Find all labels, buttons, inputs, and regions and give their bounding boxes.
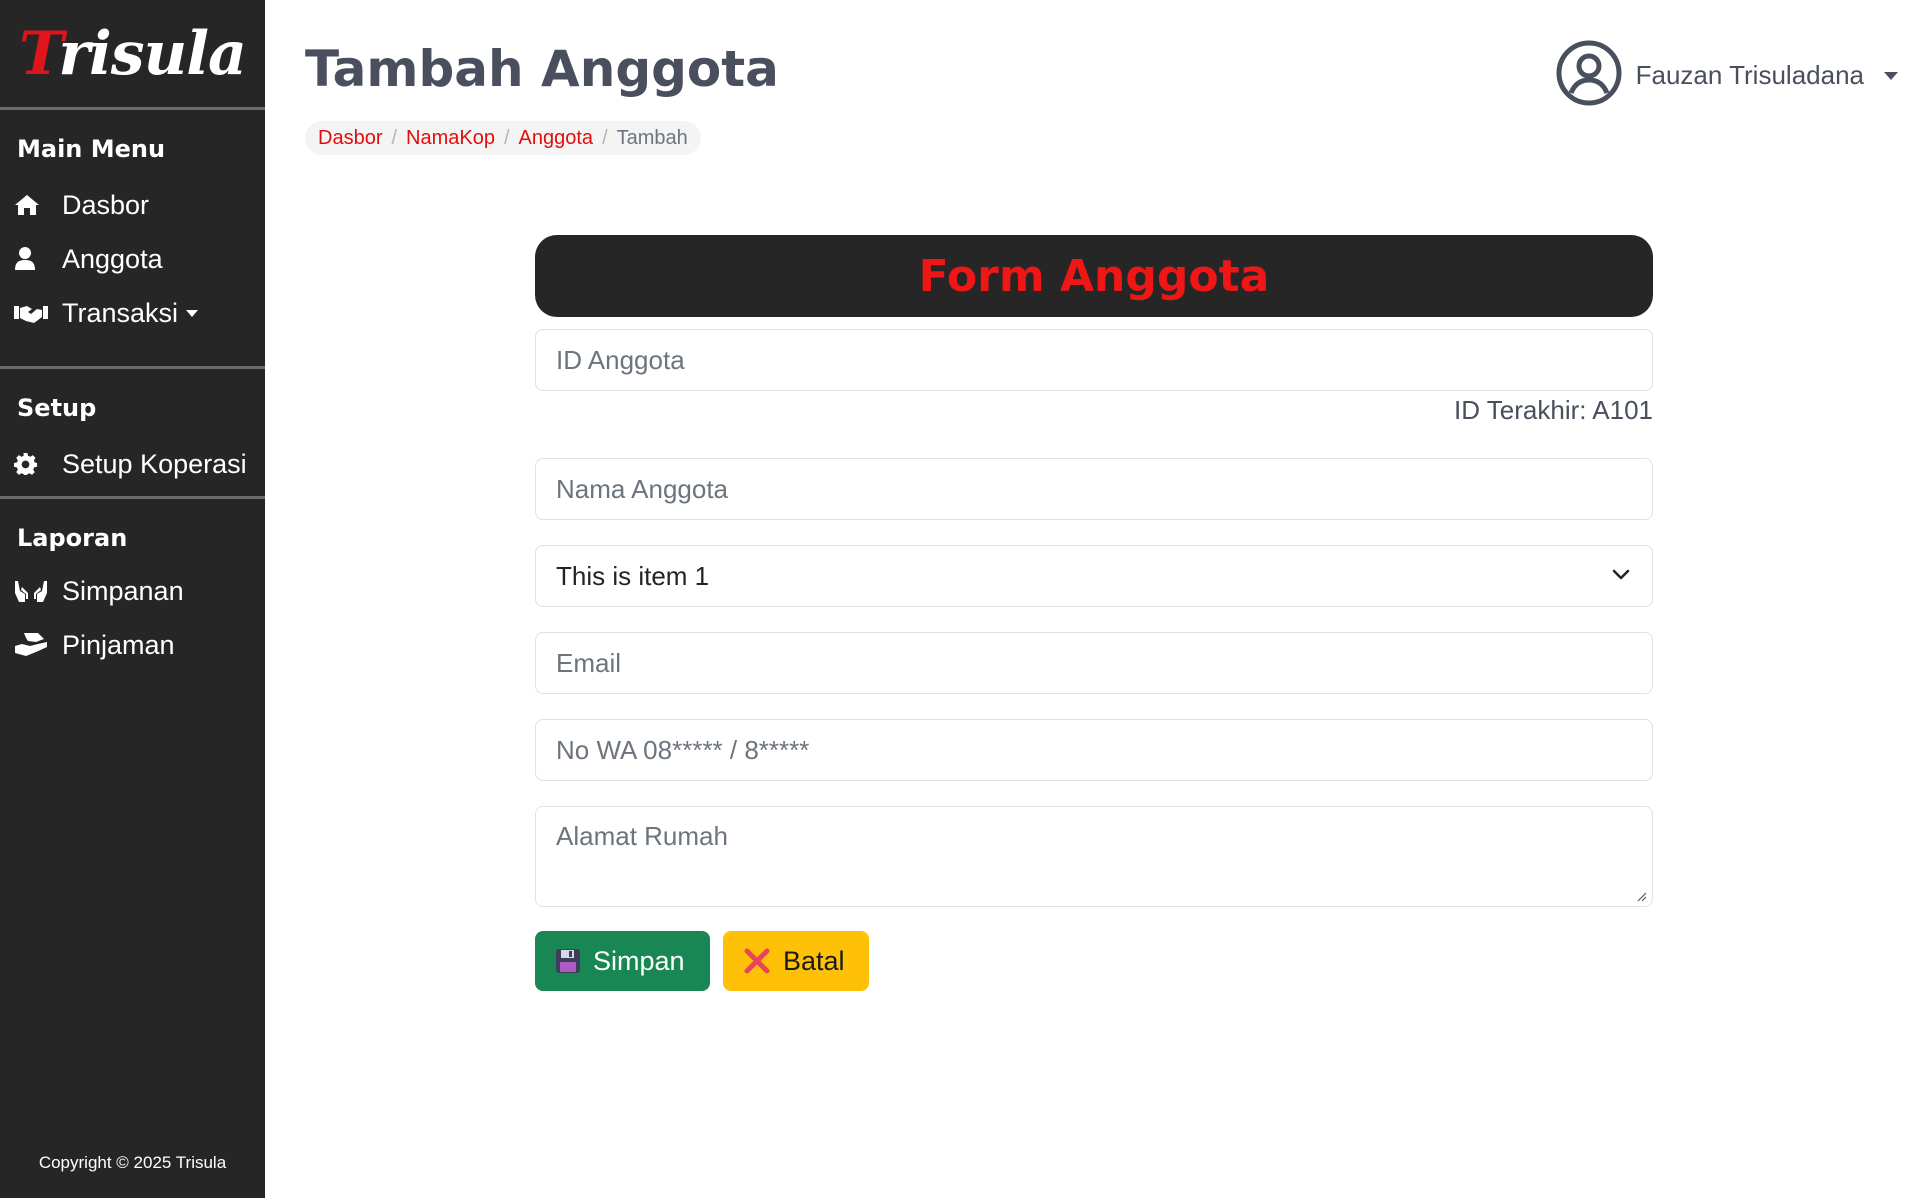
- breadcrumb-separator: /: [391, 126, 398, 149]
- form-header: Form Anggota: [535, 235, 1653, 317]
- breadcrumb-separator: /: [602, 126, 608, 149]
- user-circle-icon: [1556, 40, 1622, 111]
- sidebar-item-transaksi[interactable]: Transaksi: [0, 286, 265, 340]
- brand-logo[interactable]: Trisula: [19, 18, 247, 89]
- sidebar-item-label: Simpanan: [62, 575, 184, 606]
- breadcrumb-current: Tambah: [616, 126, 688, 149]
- brand-logo-rest: risula: [58, 18, 246, 89]
- save-button-label: Simpan: [593, 945, 685, 976]
- alamat-rumah-textarea[interactable]: [535, 806, 1653, 907]
- brand[interactable]: Trisula: [0, 0, 265, 110]
- cancel-button[interactable]: Batal: [723, 931, 869, 991]
- brand-logo-initial: T: [19, 18, 59, 89]
- sidebar-item-setup-koperasi[interactable]: Setup Koperasi: [0, 437, 265, 491]
- section-title-main-menu: Main Menu: [17, 135, 166, 163]
- page-title: Tambah Anggota: [305, 40, 779, 98]
- hands-icon: [14, 579, 62, 603]
- save-button[interactable]: Simpan: [535, 931, 710, 991]
- chevron-down-icon: [1610, 561, 1632, 592]
- user-name: Fauzan Trisuladana: [1635, 60, 1864, 90]
- sidebar-item-label: Setup Koperasi: [62, 448, 247, 479]
- chevron-down-icon: [186, 309, 199, 317]
- sidebar-item-label: Anggota: [62, 243, 163, 274]
- last-id-hint: ID Terakhir: A101: [1454, 395, 1653, 425]
- id-anggota-input[interactable]: [535, 329, 1653, 391]
- copyright-text: Copyright © 2025 Trisula: [38, 1153, 227, 1172]
- member-form: Form Anggota ID Terakhir: A101 This is i…: [535, 235, 1653, 991]
- breadcrumb-link-dasbor[interactable]: Dasbor: [318, 127, 382, 150]
- item-select[interactable]: This is item 1: [535, 545, 1653, 607]
- sidebar-item-label: Pinjaman: [62, 629, 175, 660]
- sidebar-item-label: Dasbor: [62, 189, 150, 220]
- breadcrumb-separator: /: [503, 126, 510, 149]
- hand-holding-icon: [14, 632, 62, 658]
- form-title: Form Anggota: [918, 250, 1270, 302]
- form-actions: Simpan Batal: [535, 931, 1653, 991]
- email-input[interactable]: [535, 632, 1653, 694]
- select-value: This is item 1: [556, 560, 710, 591]
- sidebar-item-dasbor[interactable]: Dasbor: [0, 178, 265, 232]
- whatsapp-input[interactable]: [535, 719, 1653, 781]
- nama-anggota-input[interactable]: [535, 458, 1653, 520]
- gear-icon: [14, 452, 62, 476]
- close-icon: [743, 947, 771, 975]
- home-icon: [14, 194, 62, 216]
- sidebar-item-label: Transaksi: [62, 297, 179, 328]
- breadcrumb: Dasbor / NamaKop / Anggota / Tambah: [305, 121, 701, 155]
- sidebar-item-simpanan[interactable]: Simpanan: [0, 564, 265, 618]
- breadcrumb-link-namakop[interactable]: NamaKop: [406, 127, 495, 150]
- resize-handle-icon[interactable]: [1635, 889, 1647, 902]
- cancel-button-label: Batal: [783, 945, 845, 976]
- user-icon: [14, 247, 62, 271]
- chevron-down-icon: [1884, 71, 1898, 80]
- app: Trisula Main Menu Dasbor Anggota Transak…: [0, 0, 1918, 1198]
- address-field-wrapper: [535, 806, 1653, 907]
- breadcrumb-link-anggota[interactable]: Anggota: [519, 127, 594, 150]
- sidebar-item-pinjaman[interactable]: Pinjaman: [0, 618, 265, 672]
- section-title-laporan: Laporan: [17, 524, 128, 552]
- floppy-disk-icon: [555, 948, 581, 974]
- handshake-icon: [14, 302, 62, 324]
- sidebar: Trisula Main Menu Dasbor Anggota Transak…: [0, 0, 265, 1198]
- section-title-setup: Setup: [17, 394, 97, 422]
- user-menu[interactable]: Fauzan Trisuladana: [1556, 40, 1898, 111]
- sidebar-item-anggota[interactable]: Anggota: [0, 232, 265, 286]
